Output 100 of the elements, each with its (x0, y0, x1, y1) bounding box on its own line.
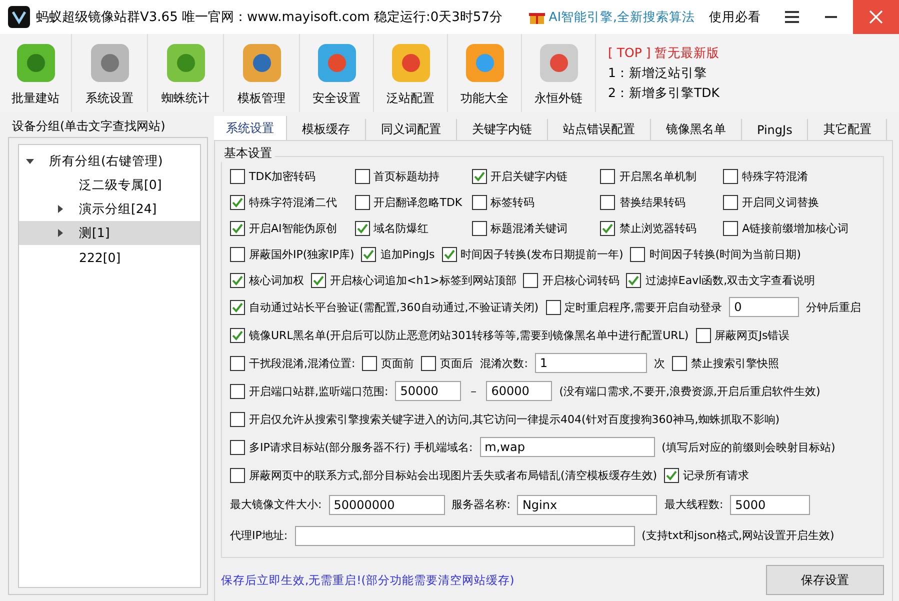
toolbar-button[interactable]: 蜘蛛统计 (148, 34, 224, 112)
tab[interactable]: 镜像黑名单 (651, 119, 742, 140)
checkbox-option[interactable]: 开启端口站群,监听端口范围: (230, 384, 388, 398)
tree-item[interactable]: 泛二级专属[0] (19, 173, 200, 197)
checkbox-option[interactable]: 标签转码 (472, 194, 600, 210)
checkbox[interactable] (354, 194, 370, 210)
checkbox[interactable] (230, 328, 245, 342)
toolbar-button[interactable]: 安全设置 (300, 34, 374, 112)
checkbox[interactable] (723, 168, 738, 184)
checkbox-option[interactable]: 禁止浏览器转码 (600, 220, 724, 236)
checkbox-option[interactable]: 首页标题劫持 (354, 168, 472, 184)
checkbox-option[interactable]: 记录所有请求 (664, 468, 750, 482)
toolbar-button[interactable]: 功能大全 (448, 34, 522, 112)
checkbox-option[interactable]: 追加PingJs (361, 246, 435, 262)
checkbox[interactable] (362, 356, 378, 370)
checkbox-option[interactable]: 标题混淆关键词 (472, 220, 600, 236)
checkbox[interactable] (311, 272, 326, 288)
checkbox[interactable] (230, 440, 245, 454)
expanded-arrow-icon[interactable] (25, 156, 35, 166)
checkbox-option[interactable]: 开启同义词替换 (723, 194, 879, 210)
checkbox[interactable] (664, 468, 680, 482)
checkbox-option[interactable]: 开启关键字内链 (472, 168, 600, 184)
checkbox-option[interactable]: 定时重启程序,需要开启自动登录 (546, 300, 722, 314)
checkbox[interactable] (230, 412, 245, 426)
text-field[interactable]: 0 (729, 297, 800, 317)
help-link[interactable]: 使用必看 (709, 8, 761, 26)
checkbox[interactable] (230, 300, 245, 314)
checkbox-option[interactable]: 时间因子转换(时间为当前日期) (630, 246, 801, 262)
tab[interactable]: 其它配置 (808, 119, 888, 140)
text-field[interactable]: 50000 (395, 381, 462, 401)
checkbox-option[interactable]: 页面后 (421, 356, 474, 370)
checkbox-option[interactable]: 禁止搜索引擎快照 (672, 356, 779, 370)
checkbox[interactable] (472, 220, 487, 236)
toolbar-button[interactable]: 批量建站 (0, 34, 72, 112)
checkbox-option[interactable]: 开启翻译忽略TDK (354, 194, 472, 210)
toolbar-button[interactable]: 系统设置 (72, 34, 148, 112)
tab[interactable]: 站点错误配置 (548, 119, 651, 140)
checkbox-option[interactable]: 过滤掉Eavl函数,双击文字查看说明 (626, 272, 816, 288)
checkbox-option[interactable]: 镜像URL黑名单(开启后可以防止恶意闭站301转移等等,需要到镜像黑名单中进行配置URL) (230, 328, 689, 342)
checkbox[interactable] (472, 194, 487, 210)
toolbar-button[interactable]: 模板管理 (224, 34, 300, 112)
tab[interactable]: 模板缓存 (287, 119, 366, 140)
checkbox-option[interactable]: 时间因子转换(发布日期提前一年) (442, 246, 624, 262)
tab[interactable]: PingJs (742, 119, 808, 140)
text-field[interactable]: 5000 (730, 494, 810, 514)
checkbox[interactable] (630, 246, 646, 262)
checkbox[interactable] (230, 356, 245, 370)
toolbar-button[interactable]: 永恒外链 (522, 34, 596, 112)
checkbox[interactable] (230, 384, 245, 398)
checkbox[interactable] (421, 356, 436, 370)
checkbox-option[interactable]: 替换结果转码 (600, 194, 724, 210)
checkbox[interactable] (230, 220, 245, 236)
checkbox[interactable] (546, 300, 561, 314)
text-field[interactable] (294, 526, 635, 546)
checkbox-option[interactable]: 核心词加权 (230, 272, 304, 288)
promo-link[interactable]: AI智能引擎,全新搜索算法 (548, 8, 695, 26)
checkbox-option[interactable]: TDK加密转码 (230, 168, 355, 184)
checkbox-option[interactable]: 开启核心词追加<h1>标签到网站顶部 (311, 272, 516, 288)
text-field[interactable]: Nginx (517, 494, 658, 514)
checkbox[interactable] (230, 168, 245, 184)
checkbox[interactable] (354, 220, 370, 236)
checkbox[interactable] (600, 220, 616, 236)
checkbox-option[interactable]: 屏蔽国外IP(独家IP库) (230, 246, 354, 262)
checkbox-option[interactable]: 屏蔽网页Js错误 (696, 328, 790, 342)
checkbox-option[interactable]: 特殊字符混淆 (723, 168, 879, 184)
checkbox-option[interactable]: 多IP请求目标站(部分服务器不行) 手机端域名: (230, 440, 473, 454)
checkbox-option[interactable]: 开启核心词转码 (523, 272, 620, 288)
checkbox[interactable] (230, 246, 245, 262)
checkbox[interactable] (672, 356, 687, 370)
checkbox[interactable] (442, 246, 457, 262)
checkbox-option[interactable]: 开启AI智能伪原创 (230, 220, 355, 236)
checkbox[interactable] (626, 272, 642, 288)
checkbox[interactable] (230, 272, 245, 288)
checkbox[interactable] (354, 168, 370, 184)
checkbox-option[interactable]: 自动通过站长平台验证(需配置,360自动通过,不验证请关闭) (230, 300, 539, 314)
checkbox-option[interactable]: A链接前缀增加核心词 (723, 220, 879, 236)
checkbox-option[interactable]: 开启黑名单机制 (600, 168, 724, 184)
text-field[interactable]: m,wap (480, 437, 655, 457)
checkbox[interactable] (523, 272, 538, 288)
checkbox[interactable] (723, 194, 738, 210)
checkbox-option[interactable]: 干扰段混淆,混淆位置: (230, 356, 356, 370)
tree-item[interactable]: 测[1] (19, 221, 200, 245)
checkbox[interactable] (600, 168, 616, 184)
text-field[interactable]: 60000 (486, 381, 552, 401)
checkbox-option[interactable]: 特殊字符混淆二代 (230, 194, 355, 210)
collapsed-arrow-icon[interactable] (55, 204, 65, 214)
tab[interactable]: 同义词配置 (366, 119, 457, 140)
tree-item[interactable]: 222[0] (19, 245, 200, 269)
checkbox[interactable] (723, 220, 738, 236)
checkbox[interactable] (600, 194, 616, 210)
toolbar-button[interactable]: 泛站配置 (374, 34, 448, 112)
checkbox[interactable] (361, 246, 376, 262)
collapsed-arrow-icon[interactable] (55, 228, 65, 238)
checkbox[interactable] (472, 168, 487, 184)
text-field[interactable]: 50000000 (328, 494, 445, 514)
save-button[interactable]: 保存设置 (766, 565, 884, 595)
tree-item[interactable]: 所有分组(右键管理) (19, 149, 200, 173)
tab[interactable]: 系统设置 (214, 116, 287, 140)
checkbox-option[interactable]: 域名防爆红 (354, 220, 472, 236)
text-field[interactable]: 1 (534, 353, 647, 373)
